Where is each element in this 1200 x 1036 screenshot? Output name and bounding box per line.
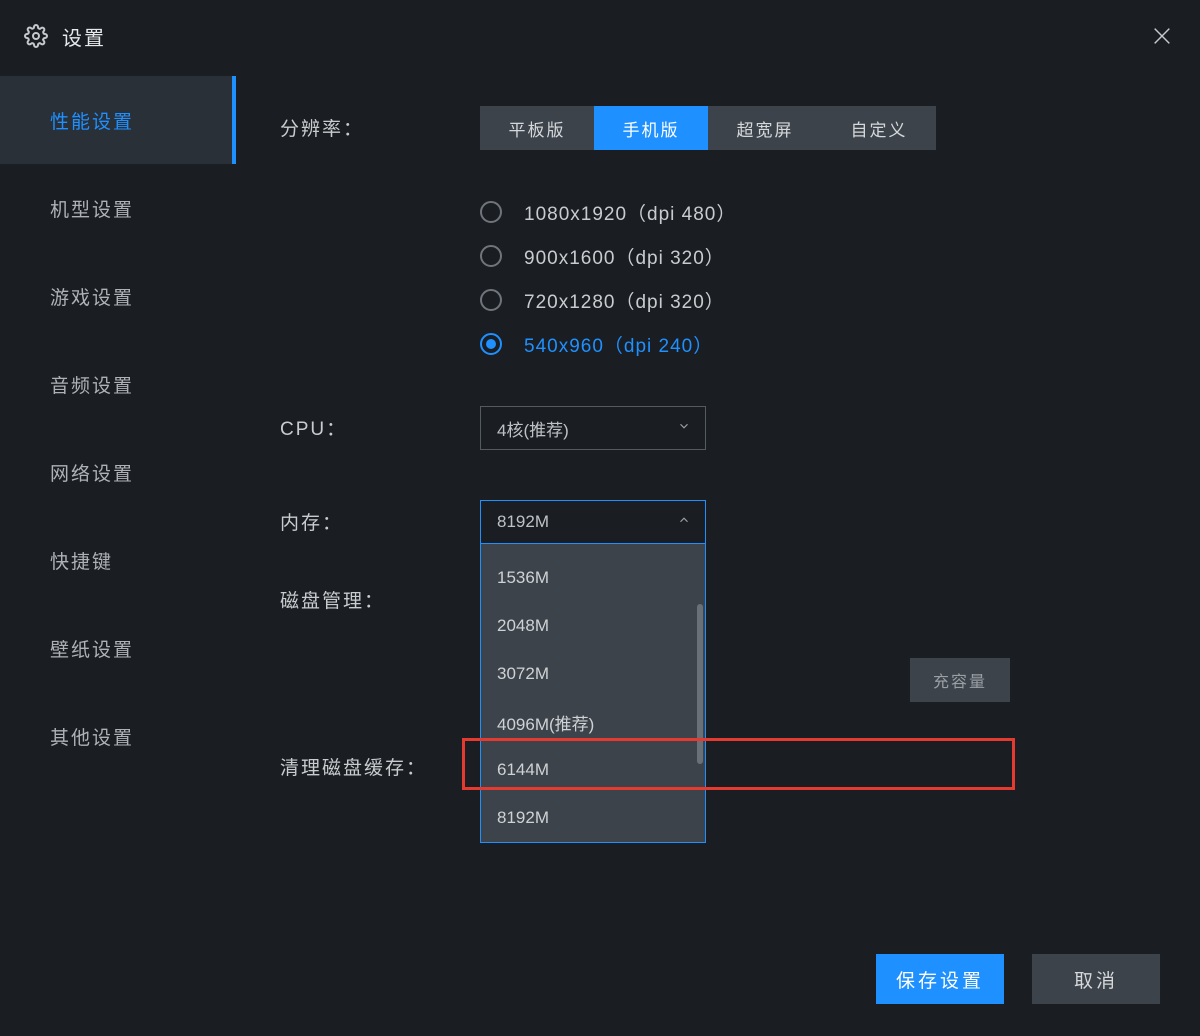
tab-tablet[interactable]: 平板版 xyxy=(480,106,594,150)
sidebar-item-label: 壁纸设置 xyxy=(50,635,134,662)
option-label: 3072M xyxy=(497,664,549,684)
radio-circle-icon xyxy=(480,333,502,355)
gear-icon xyxy=(24,24,48,48)
option-label: 8192M xyxy=(497,808,549,828)
sidebar-item-label: 其他设置 xyxy=(50,723,134,750)
tab-custom[interactable]: 自定义 xyxy=(822,106,936,150)
tab-label: 超宽屏 xyxy=(737,116,794,141)
window-title: 设置 xyxy=(62,22,106,51)
radio-label: 1080x1920（dpi 480） xyxy=(524,199,736,226)
sidebar-item-network[interactable]: 网络设置 xyxy=(0,428,236,516)
clear-cache-label: 清理磁盘缓存： xyxy=(280,745,510,780)
chevron-down-icon xyxy=(677,418,691,438)
radio-label: 540x960（dpi 240） xyxy=(524,331,713,358)
sidebar-item-performance[interactable]: 性能设置 xyxy=(0,76,236,164)
sidebar-item-label: 网络设置 xyxy=(50,459,134,486)
tab-widescreen[interactable]: 超宽屏 xyxy=(708,106,822,150)
sidebar-item-shortcut[interactable]: 快捷键 xyxy=(0,516,236,604)
sidebar-item-label: 游戏设置 xyxy=(50,283,134,310)
close-button[interactable] xyxy=(1148,22,1176,50)
memory-row: 内存： 8192M 1536M 2048M 3072M 4096M(推荐) 61… xyxy=(280,500,1160,544)
disk-label: 磁盘管理： xyxy=(280,578,480,613)
button-label: 充容量 xyxy=(933,668,987,692)
sidebar-item-model[interactable]: 机型设置 xyxy=(0,164,236,252)
radio-540x960[interactable]: 540x960（dpi 240） xyxy=(480,322,1160,366)
memory-select-wrap: 8192M 1536M 2048M 3072M 4096M(推荐) 6144M … xyxy=(480,500,706,544)
sidebar-item-label: 机型设置 xyxy=(50,195,134,222)
button-label: 取消 xyxy=(1074,966,1118,993)
radio-circle-icon xyxy=(480,245,502,267)
memory-option-2048[interactable]: 2048M xyxy=(481,602,705,650)
option-label: 2048M xyxy=(497,616,549,636)
cpu-select-value: 4核(推荐) xyxy=(497,416,569,441)
radio-label: 900x1600（dpi 320） xyxy=(524,243,725,270)
memory-label: 内存： xyxy=(280,500,480,535)
radio-label: 720x1280（dpi 320） xyxy=(524,287,725,314)
sidebar-item-label: 音频设置 xyxy=(50,371,134,398)
dropdown-peek xyxy=(481,544,705,554)
memory-option-8192[interactable]: 8192M xyxy=(481,794,705,842)
footer: 保存设置 取消 xyxy=(876,954,1160,1004)
cpu-label: CPU： xyxy=(280,406,480,441)
memory-option-3072[interactable]: 3072M xyxy=(481,650,705,698)
resolution-row: 分辨率： 平板版 手机版 超宽屏 自定义 xyxy=(280,106,1160,150)
title-bar: 设置 xyxy=(0,0,1200,72)
save-button[interactable]: 保存设置 xyxy=(876,954,1004,1004)
radio-720x1280[interactable]: 720x1280（dpi 320） xyxy=(480,278,1160,322)
sidebar-item-audio[interactable]: 音频设置 xyxy=(0,340,236,428)
resolution-radios: 1080x1920（dpi 480） 900x1600（dpi 320） 720… xyxy=(480,190,1160,366)
option-label: 1536M xyxy=(497,568,549,588)
sidebar-item-wallpaper[interactable]: 壁纸设置 xyxy=(0,604,236,692)
cpu-select[interactable]: 4核(推荐) xyxy=(480,406,706,450)
chevron-up-icon xyxy=(677,512,691,532)
tab-label: 自定义 xyxy=(851,116,908,141)
radio-900x1600[interactable]: 900x1600（dpi 320） xyxy=(480,234,1160,278)
memory-option-4096[interactable]: 4096M(推荐) xyxy=(481,698,705,746)
sidebar: 性能设置 机型设置 游戏设置 音频设置 网络设置 快捷键 壁纸设置 其他设置 xyxy=(0,72,236,1036)
tab-phone[interactable]: 手机版 xyxy=(594,106,708,150)
tab-label: 手机版 xyxy=(623,116,680,141)
body: 性能设置 机型设置 游戏设置 音频设置 网络设置 快捷键 壁纸设置 其他设置 分… xyxy=(0,72,1200,1036)
resolution-tabs: 平板版 手机版 超宽屏 自定义 xyxy=(480,106,936,150)
sidebar-item-label: 性能设置 xyxy=(50,107,134,134)
button-label: 保存设置 xyxy=(896,966,984,993)
radio-1080x1920[interactable]: 1080x1920（dpi 480） xyxy=(480,190,1160,234)
memory-dropdown: 1536M 2048M 3072M 4096M(推荐) 6144M 8192M xyxy=(480,544,706,843)
resolution-label: 分辨率： xyxy=(280,106,480,141)
memory-select[interactable]: 8192M xyxy=(480,500,706,544)
dropdown-scrollbar[interactable] xyxy=(697,604,703,764)
sidebar-item-game[interactable]: 游戏设置 xyxy=(0,252,236,340)
sidebar-item-label: 快捷键 xyxy=(50,547,113,574)
option-label: 4096M(推荐) xyxy=(497,710,594,735)
expand-capacity-button[interactable]: 充容量 xyxy=(910,658,1010,702)
cancel-button[interactable]: 取消 xyxy=(1032,954,1160,1004)
tab-label: 平板版 xyxy=(509,116,566,141)
cpu-row: CPU： 4核(推荐) xyxy=(280,406,1160,450)
disk-row: 磁盘管理： xyxy=(280,578,1160,613)
radio-circle-icon xyxy=(480,201,502,223)
sidebar-item-other[interactable]: 其他设置 xyxy=(0,692,236,780)
clear-cache-row: 清理磁盘缓存： xyxy=(280,745,1160,780)
radio-circle-icon xyxy=(480,289,502,311)
option-label: 6144M xyxy=(497,760,549,780)
memory-option-6144[interactable]: 6144M xyxy=(481,746,705,794)
memory-option-1536[interactable]: 1536M xyxy=(481,554,705,602)
main-panel: 分辨率： 平板版 手机版 超宽屏 自定义 1080x1920（dpi 480） … xyxy=(236,72,1200,1036)
memory-select-value: 8192M xyxy=(497,512,549,532)
